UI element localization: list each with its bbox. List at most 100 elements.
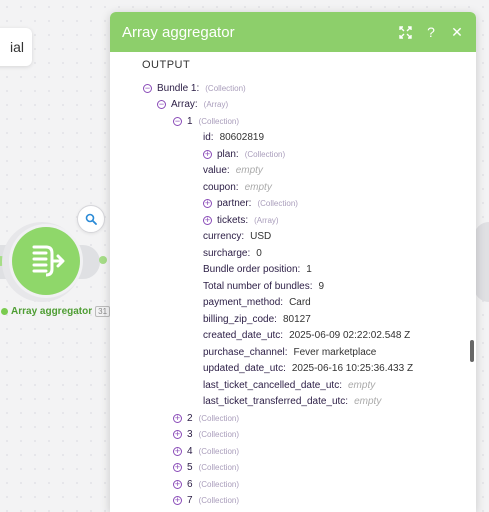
tree-empty-value: empty — [244, 181, 272, 193]
array-aggregator-module[interactable] — [12, 227, 80, 295]
tree-row: value: empty — [110, 163, 476, 180]
expand-button[interactable] — [398, 25, 412, 39]
tree-row[interactable]: + partner: (Collection) — [110, 196, 476, 213]
tree-value: 1 — [306, 264, 312, 276]
expand-node-icon[interactable]: + — [203, 215, 212, 225]
tree-value: 0 — [256, 247, 262, 259]
tree-value: 80602819 — [219, 132, 265, 144]
tutorial-chip[interactable]: ial — [0, 28, 32, 66]
tree-key: 1 — [187, 115, 193, 127]
expand-node-icon[interactable]: + — [173, 413, 182, 423]
tree-type: (Array) — [203, 100, 229, 110]
close-button[interactable]: ✕ — [450, 23, 464, 40]
tree-key: created_date_utc: — [203, 330, 284, 342]
tree-row[interactable]: +2 (Collection) — [110, 410, 476, 427]
tree-key: 2 — [187, 412, 193, 424]
tree-row: id: 80602819 — [110, 130, 476, 147]
array-aggregator-icon — [32, 245, 65, 277]
tree-key: 6 — [187, 478, 193, 490]
tree-empty-value: empty — [235, 165, 263, 177]
scrollbar-thumb[interactable] — [470, 340, 474, 362]
close-icon: ✕ — [451, 23, 463, 40]
bundle-inspector-panel: Array aggregator ? ✕ OUTPUT − Bundle 1: (C… — [110, 12, 476, 512]
panel-header: Array aggregator ? ✕ — [110, 12, 476, 52]
expand-node-icon[interactable]: + — [173, 463, 182, 473]
tree-row[interactable]: +7 (Collection) — [110, 493, 476, 510]
tree-row[interactable]: − Array: (Array) — [110, 97, 476, 114]
tree-row: currency: USD — [110, 229, 476, 246]
tree-key: id: — [203, 132, 214, 144]
tree-key: partner: — [217, 198, 252, 210]
tree-row[interactable]: +6 (Collection) — [110, 476, 476, 493]
module-label[interactable]: Array aggregator 31 — [1, 306, 111, 317]
tree-key: currency: — [203, 231, 245, 243]
tree-key: payment_method: — [203, 297, 284, 309]
expand-icon — [398, 25, 412, 39]
inspect-bubble[interactable] — [77, 205, 105, 233]
tree-key: Bundle order position: — [203, 264, 301, 276]
tree-key: coupon: — [203, 181, 239, 193]
expand-node-icon[interactable]: + — [173, 430, 182, 440]
tree-key: surcharge: — [203, 247, 251, 259]
expand-node-icon[interactable]: + — [173, 479, 182, 489]
tree-type: (Collection) — [198, 496, 240, 506]
next-module-fragment[interactable] — [474, 222, 489, 302]
expand-node-icon[interactable]: + — [173, 496, 182, 506]
module-label-text: Array aggregator — [11, 306, 93, 317]
tree-row: last_ticket_transferred_date_utc: empty — [110, 394, 476, 411]
tree-row[interactable]: +5 (Collection) — [110, 460, 476, 477]
tree-value: USD — [250, 231, 272, 243]
status-dot-icon — [1, 308, 8, 315]
tree-empty-value: empty — [354, 396, 382, 408]
tree-row: surcharge: 0 — [110, 245, 476, 262]
panel-body: OUTPUT − Bundle 1: (Collection) − Array: (Arr… — [110, 52, 476, 512]
tree-key: updated_date_utc: — [203, 363, 286, 375]
search-icon — [85, 213, 97, 225]
tree-value: 9 — [318, 280, 325, 292]
tree-key: tickets: — [217, 214, 249, 226]
expand-node-icon[interactable]: + — [173, 446, 182, 456]
tree-key: Array: — [171, 99, 198, 111]
tree-key: 7 — [187, 495, 193, 507]
expand-node-icon[interactable]: + — [203, 149, 212, 159]
tree-row: Bundle order position: 1 — [110, 262, 476, 279]
tree-key: purchase_channel: — [203, 346, 288, 358]
tree-type: (Collection) — [198, 413, 240, 423]
tree-row: last_ticket_cancelled_date_utc: empty — [110, 377, 476, 394]
tree-row: billing_zip_code: 80127 — [110, 311, 476, 328]
connector-dot-right[interactable] — [99, 256, 107, 264]
tree-key: 3 — [187, 429, 193, 441]
output-label: OUTPUT — [142, 59, 191, 71]
collapse-node-icon[interactable]: − — [143, 83, 152, 93]
tree-row[interactable]: +4 (Collection) — [110, 443, 476, 460]
tree-value: Fever marketplace — [293, 346, 377, 358]
tree-value: 2025-06-16 10:25:36.433 Z — [291, 363, 414, 375]
expand-node-icon[interactable]: + — [203, 199, 212, 209]
tree-row: purchase_channel: Fever marketplace — [110, 344, 476, 361]
panel-title: Array aggregator — [122, 23, 235, 41]
tree-key: last_ticket_cancelled_date_utc: — [203, 379, 342, 391]
collapse-node-icon[interactable]: − — [173, 116, 182, 126]
tree-type: (Collection) — [257, 199, 298, 209]
header-actions: ? ✕ — [398, 12, 464, 52]
help-button[interactable]: ? — [424, 24, 438, 40]
tree-row[interactable]: + tickets: (Array) — [110, 212, 476, 229]
help-icon: ? — [427, 24, 435, 40]
tree-type: (Array) — [254, 215, 279, 225]
tree-value: 2025-06-09 02:22:02.548 Z — [289, 330, 411, 342]
tree-key: plan: — [217, 148, 239, 160]
output-tree: − Bundle 1: (Collection) − Array: (Array) −1 (C… — [110, 80, 476, 509]
tree-row[interactable]: − Bundle 1: (Collection) — [110, 80, 476, 97]
tree-row[interactable]: +3 (Collection) — [110, 427, 476, 444]
tree-type: (Collection) — [205, 83, 246, 93]
tree-key: 5 — [187, 462, 193, 474]
tree-value: Card — [289, 297, 311, 309]
tree-key: Total number of bundles: — [203, 280, 313, 292]
tree-row[interactable]: −1 (Collection) — [110, 113, 476, 130]
tree-type: (Collection) — [244, 149, 286, 159]
tree-row[interactable]: + plan: (Collection) — [110, 146, 476, 163]
tutorial-chip-text: ial — [9, 39, 24, 55]
tree-key: Bundle 1: — [157, 82, 200, 94]
collapse-node-icon[interactable]: − — [157, 100, 166, 110]
tree-row: created_date_utc: 2025-06-09 02:22:02.548… — [110, 328, 476, 345]
